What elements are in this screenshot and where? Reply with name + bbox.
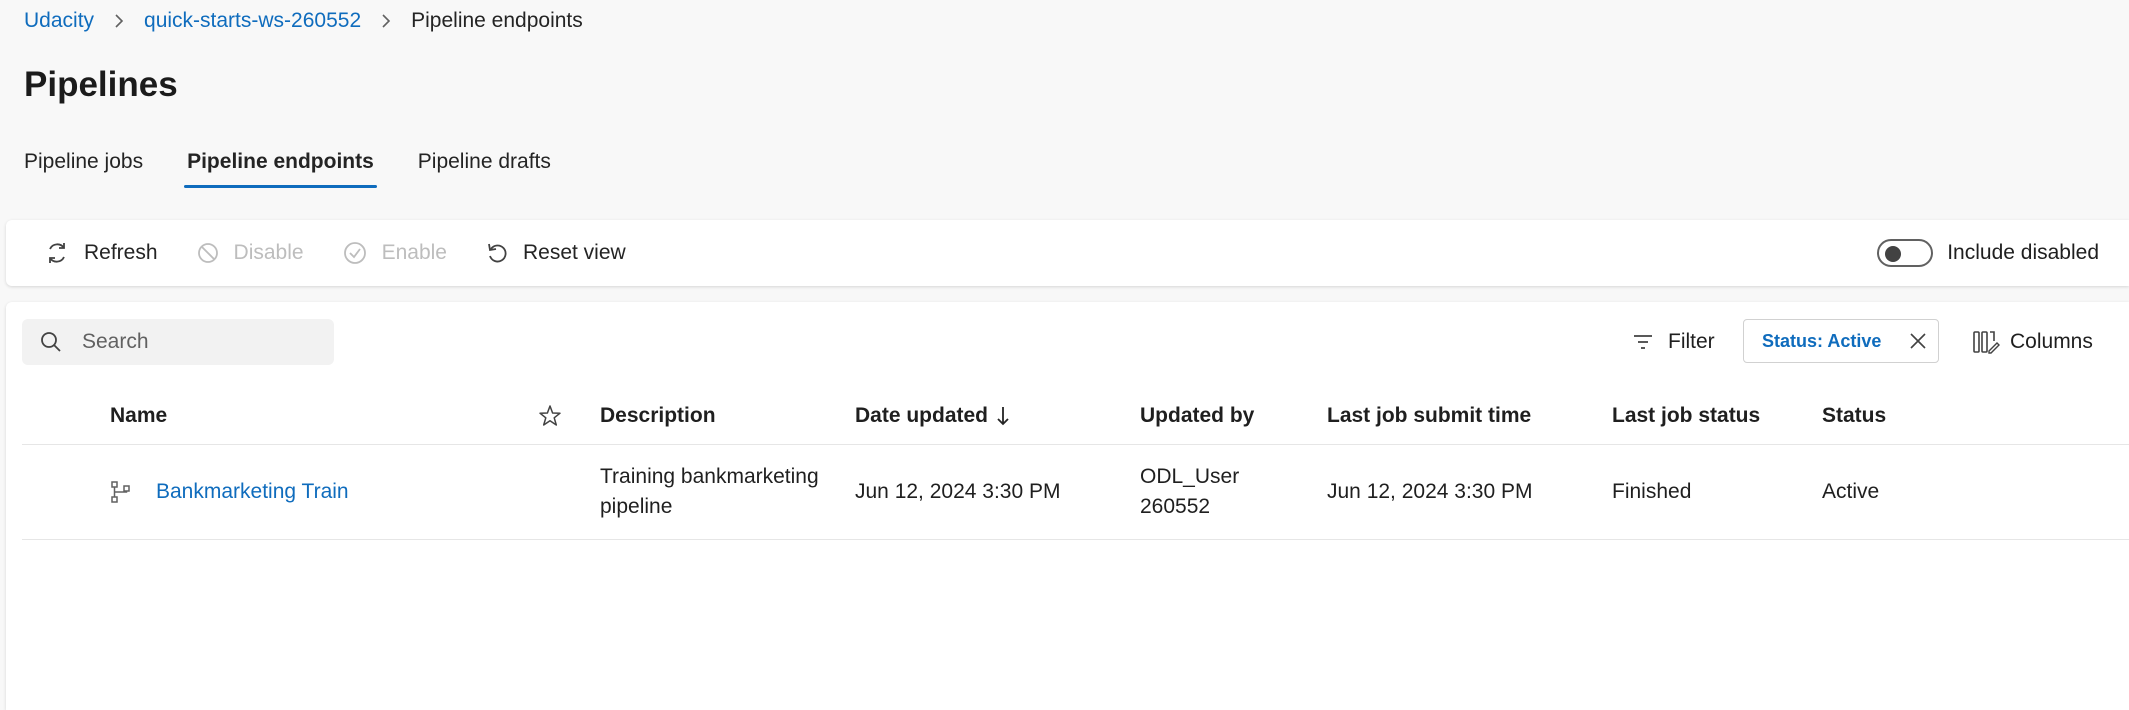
block-icon — [197, 243, 218, 263]
description-line2: pipeline — [600, 495, 673, 518]
refresh-label: Refresh — [84, 241, 158, 264]
updated-by-cell: ODL_User 260552 — [1140, 445, 1239, 539]
disable-button[interactable]: Disable — [196, 241, 304, 265]
reset-view-button[interactable]: Reset view — [485, 241, 626, 265]
filter-icon — [1634, 335, 1652, 349]
column-header-date-updated-label: Date updated — [855, 404, 989, 427]
status-filter-chip-label: Status: Active — [1762, 330, 1882, 351]
columns-icon — [1973, 331, 2000, 354]
tab-pipeline-drafts[interactable]: Pipeline drafts — [418, 150, 551, 188]
endpoints-panel: Filter Status: Active Columns Name Descr… — [6, 302, 2129, 710]
enable-button[interactable]: Enable — [342, 240, 447, 266]
include-disabled-label: Include disabled — [1947, 241, 2099, 264]
search-icon — [41, 332, 61, 352]
pipeline-name-link: Bankmarketing Train — [156, 445, 349, 539]
columns-button[interactable]: Columns — [1972, 319, 2093, 365]
refresh-button[interactable]: Refresh — [44, 240, 158, 266]
refresh-icon — [49, 243, 65, 263]
enable-label: Enable — [381, 241, 447, 264]
breadcrumb-item-udacity[interactable]: Udacity — [24, 9, 94, 33]
sort-descending-icon — [997, 407, 1009, 426]
search-box — [22, 319, 334, 365]
pipeline-name[interactable]: Bankmarketing Train — [156, 477, 349, 507]
last-job-status-cell: Finished — [1612, 480, 1692, 503]
tab-pipeline-jobs[interactable]: Pipeline jobs — [24, 150, 143, 188]
column-header-date-updated[interactable]: Date updated — [855, 388, 1010, 444]
column-header-status[interactable]: Status — [1822, 388, 1886, 444]
table-header: Name Description Date updated Updated by… — [22, 388, 2129, 445]
column-header-last-job-status[interactable]: Last job status — [1612, 388, 1760, 444]
include-disabled-toggle[interactable] — [1877, 239, 1934, 267]
filter-button[interactable]: Filter — [1632, 319, 1715, 365]
filter-label: Filter — [1668, 330, 1715, 353]
star-icon[interactable] — [538, 388, 562, 444]
status-filter-chip[interactable]: Status: Active — [1743, 319, 1939, 363]
command-bar: Refresh Disable Enable Reset view Includ… — [6, 220, 2129, 286]
chevron-right-icon — [381, 13, 391, 29]
table-row[interactable]: Bankmarketing Train Training bankmarketi… — [22, 445, 2129, 540]
column-header-updated-by[interactable]: Updated by — [1140, 388, 1254, 444]
reset-view-label: Reset view — [522, 241, 626, 264]
pipeline-icon — [110, 445, 132, 539]
description-cell: Training bankmarketing pipeline — [600, 445, 819, 539]
column-header-description[interactable]: Description — [600, 388, 716, 444]
updated-by-line1: ODL_User — [1140, 465, 1240, 488]
disable-label: Disable — [233, 241, 304, 264]
tab-pipeline-endpoints[interactable]: Pipeline endpoints — [184, 150, 377, 188]
tab-list: Pipeline jobs Pipeline endpoints Pipelin… — [24, 150, 595, 188]
updated-by-line2: 260552 — [1140, 495, 1211, 518]
column-header-name[interactable]: Name — [110, 388, 167, 444]
close-icon[interactable] — [1908, 331, 1928, 351]
include-disabled-toggle-group: Include disabled — [1877, 239, 2099, 267]
breadcrumb-item-workspace[interactable]: quick-starts-ws-260552 — [144, 9, 361, 33]
column-header-last-job-submit-time[interactable]: Last job submit time — [1327, 388, 1531, 444]
columns-label: Columns — [2010, 330, 2093, 353]
page-title: Pipelines — [24, 65, 178, 104]
date-updated-cell: Jun 12, 2024 3:30 PM — [855, 480, 1061, 503]
last-job-submit-time-cell: Jun 12, 2024 3:30 PM — [1327, 480, 1533, 503]
status-cell: Active — [1822, 480, 1880, 503]
checkmark-circle-icon — [343, 242, 366, 264]
chevron-right-icon — [114, 13, 124, 29]
breadcrumb-current: Pipeline endpoints — [411, 9, 583, 32]
description-line1: Training bankmarketing — [600, 465, 819, 488]
reset-icon — [488, 243, 507, 263]
breadcrumb: Udacity quick-starts-ws-260552 Pipeline … — [24, 6, 583, 36]
search-input[interactable] — [80, 329, 304, 355]
